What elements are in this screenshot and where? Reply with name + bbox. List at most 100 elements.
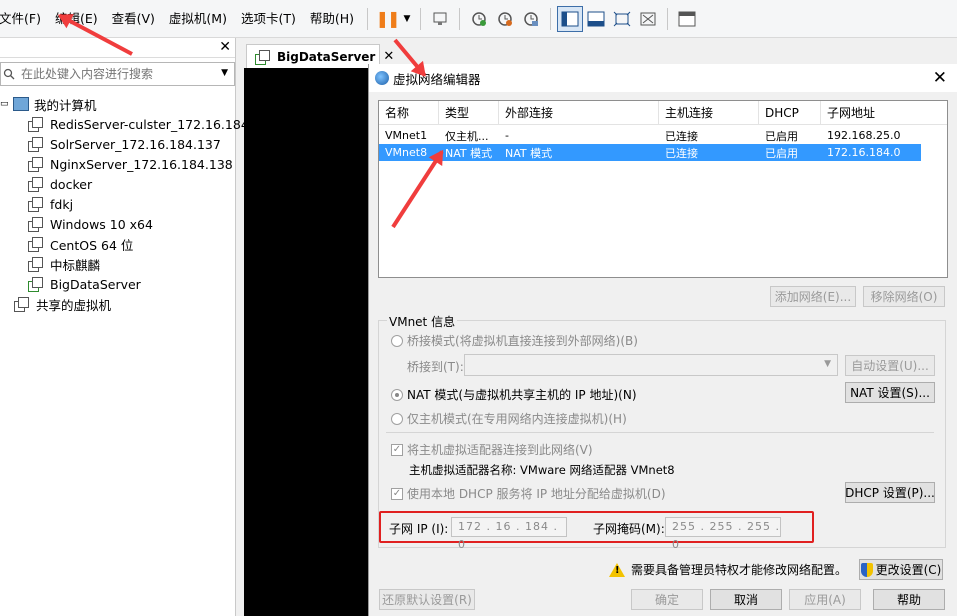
warning-icon xyxy=(609,562,625,577)
nat-mode-radio[interactable]: NAT 模式(与虚拟机共享主机的 IP 地址)(N) xyxy=(391,386,637,403)
tree-item-my-computer[interactable]: ▭ 我的计算机 xyxy=(0,94,235,114)
tree-item-label: 我的计算机 xyxy=(34,97,97,113)
cancel-button[interactable]: 取消 xyxy=(710,589,782,610)
host-only-radio[interactable]: 仅主机模式(在专用网络内连接虚拟机)(H) xyxy=(391,410,627,427)
vm-icon xyxy=(26,236,44,252)
bridge-mode-radio[interactable]: 桥接模式(将虚拟机直接连接到外部网络)(B) xyxy=(391,332,638,349)
table-cell: - xyxy=(505,129,509,142)
computer-icon xyxy=(13,97,29,111)
tree-item-label: RedisServer-culster_172.16.184. xyxy=(50,116,253,132)
toolbar-separator xyxy=(550,7,552,30)
menu-vm[interactable]: 虚拟机(M) xyxy=(162,8,234,30)
auto-settings-button[interactable]: 自动设置(U)... xyxy=(845,355,935,376)
radio-label: 桥接模式(将虚拟机直接连接到外部网络)(B) xyxy=(407,334,638,348)
table-row-selected[interactable]: VMnet8 NAT 模式 NAT 模式 已连接 已启用 172.16.184.… xyxy=(379,144,921,161)
bridge-to-select[interactable]: ▼ xyxy=(464,354,838,376)
radio-selected-icon xyxy=(391,388,403,401)
change-settings-button[interactable]: 更改设置(C) xyxy=(859,559,943,580)
tree-item-label: CentOS 64 位 xyxy=(50,237,134,253)
dhcp-settings-button[interactable]: DHCP 设置(P)... xyxy=(845,482,935,503)
menu-help[interactable]: 帮助(H) xyxy=(303,8,361,30)
table-cell: 已启用 xyxy=(765,146,798,160)
add-network-button[interactable]: 添加网络(E)... xyxy=(770,286,856,307)
tree-item-vm[interactable]: CentOS 64 位 xyxy=(0,234,235,254)
table-cell: 已连接 xyxy=(665,129,698,143)
thumbnail-icon[interactable] xyxy=(674,6,700,32)
snapshot-manager-icon[interactable] xyxy=(518,6,544,32)
library-view-icon[interactable] xyxy=(557,5,584,32)
virtual-network-editor-dialog: 虚拟网络编辑器 ✕ 名称 类型 外部连接 主机连接 DHCP 子网地址 VMne… xyxy=(368,64,957,616)
table-cell: 172.16.184.0 xyxy=(827,146,901,159)
use-dhcp-checkbox[interactable]: ✓ 使用本地 DHCP 服务将 IP 地址分配给虚拟机(D) xyxy=(391,485,666,502)
table-cell: 已连接 xyxy=(665,146,698,160)
checkbox-checked-icon: ✓ xyxy=(391,487,403,500)
console-view-icon[interactable] xyxy=(583,6,609,32)
tree-item-vm[interactable]: 中标麒麟 xyxy=(0,254,235,274)
column-header[interactable]: 类型 xyxy=(439,100,499,125)
close-icon[interactable]: ✕ xyxy=(219,39,231,55)
close-icon[interactable]: ✕ xyxy=(933,68,947,88)
collapse-icon[interactable]: ▭ xyxy=(0,99,10,109)
fullscreen-icon[interactable] xyxy=(609,6,635,32)
subnet-mask-label: 子网掩码(M): xyxy=(593,522,665,536)
dialog-title-bar: 虚拟网络编辑器 ✕ xyxy=(369,64,957,92)
table-cell: 192.168.25.0 xyxy=(827,129,901,142)
dialog-title: 虚拟网络编辑器 xyxy=(393,71,481,87)
network-globe-icon xyxy=(375,71,389,85)
column-header[interactable]: 外部连接 xyxy=(499,100,659,125)
radio-icon xyxy=(391,412,403,425)
snapshot-icon[interactable] xyxy=(466,6,492,32)
column-header[interactable]: DHCP xyxy=(759,100,821,125)
tree-item-vm[interactable]: docker xyxy=(0,174,235,194)
nat-settings-button[interactable]: NAT 设置(S)... xyxy=(845,382,935,403)
menu-bar: 文件(F) 编辑(E) 查看(V) 虚拟机(M) 选项卡(T) 帮助(H) ❚❚… xyxy=(0,0,957,38)
adapter-name-text: 主机虚拟适配器名称: VMware 网络适配器 VMnet8 xyxy=(409,463,675,477)
pause-icon[interactable]: ❚❚ xyxy=(374,6,401,32)
unity-icon[interactable] xyxy=(635,6,661,32)
tree-item-vm[interactable]: NginxServer_172.16.184.138 xyxy=(0,154,235,174)
column-header[interactable]: 主机连接 xyxy=(659,100,759,125)
tree-item-shared[interactable]: 共享的虚拟机 xyxy=(0,294,235,314)
ok-button[interactable]: 确定 xyxy=(631,589,703,610)
library-search[interactable]: ▼ xyxy=(0,62,235,86)
tab-label: BigDataServer xyxy=(277,49,376,64)
tree-item-vm[interactable]: RedisServer-culster_172.16.184. xyxy=(0,114,253,134)
tree-item-label: BigDataServer xyxy=(50,276,141,292)
checkbox-checked-icon: ✓ xyxy=(391,443,403,456)
tree-item-label: fdkj xyxy=(50,196,74,212)
tab-bigdataserver[interactable]: BigDataServer ✕ xyxy=(246,44,394,68)
close-icon[interactable]: ✕ xyxy=(383,49,394,64)
vm-icon xyxy=(26,136,44,152)
send-ctrl-alt-del-icon[interactable] xyxy=(427,6,453,32)
radio-icon xyxy=(391,334,403,347)
restore-defaults-button[interactable]: 还原默认设置(R) xyxy=(379,589,475,610)
tree-item-vm[interactable]: Windows 10 x64 xyxy=(0,214,235,234)
column-header[interactable]: 子网地址 xyxy=(821,101,947,125)
tree-item-label: 共享的虚拟机 xyxy=(36,297,112,313)
dropdown-icon[interactable]: ▼ xyxy=(400,6,414,32)
tree-item-label: docker xyxy=(50,176,93,192)
subnet-mask-input[interactable]: 255 . 255 . 255 . 0 xyxy=(665,517,781,551)
menu-file[interactable]: 文件(F) xyxy=(0,8,48,30)
chevron-down-icon[interactable]: ▼ xyxy=(221,68,228,78)
menu-view[interactable]: 查看(V) xyxy=(105,8,162,30)
menu-tabs[interactable]: 选项卡(T) xyxy=(234,8,303,30)
search-input[interactable] xyxy=(21,67,211,81)
tree-item-vm[interactable]: SolrServer_172.16.184.137 xyxy=(0,134,235,154)
revert-snapshot-icon[interactable] xyxy=(492,6,518,32)
table-row[interactable]: VMnet1 仅主机... - 已连接 已启用 192.168.25.0 xyxy=(379,127,947,144)
divider xyxy=(386,432,934,433)
remove-network-button[interactable]: 移除网络(O) xyxy=(863,286,945,307)
connect-adapter-checkbox[interactable]: ✓ 将主机虚拟适配器连接到此网络(V) xyxy=(391,441,593,458)
column-header[interactable]: 名称 xyxy=(379,100,439,125)
group-title: VMnet 信息 xyxy=(387,313,458,330)
subnet-ip-input[interactable]: 172 . 16 . 184 . 0 xyxy=(451,517,567,551)
apply-button[interactable]: 应用(A) xyxy=(789,589,861,610)
vm-console[interactable] xyxy=(244,68,369,616)
toolbar-separator xyxy=(667,7,669,30)
radio-label: 仅主机模式(在专用网络内连接虚拟机)(H) xyxy=(407,412,627,426)
table-cell: 已启用 xyxy=(765,129,798,143)
tree-item-vm[interactable]: fdkj xyxy=(0,194,235,214)
help-button[interactable]: 帮助 xyxy=(873,589,945,610)
tree-item-vm-running[interactable]: BigDataServer xyxy=(0,274,235,294)
